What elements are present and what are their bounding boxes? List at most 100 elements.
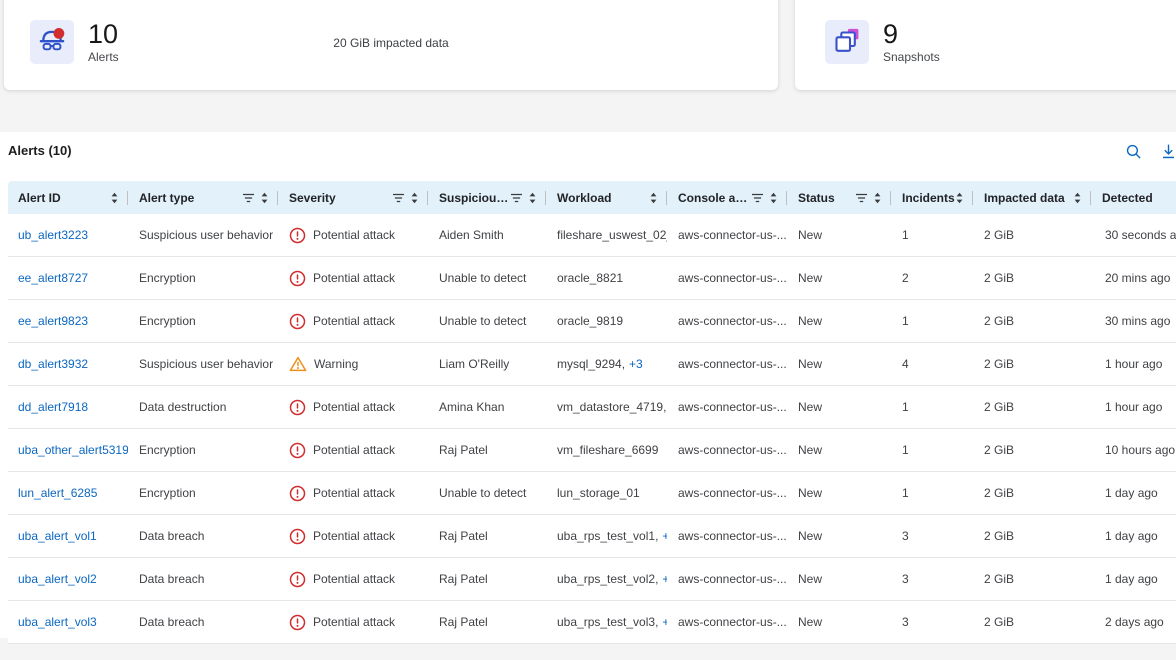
column-header-workload[interactable]: Workload	[546, 181, 667, 214]
alert-type-cell: Encryption	[128, 257, 278, 299]
search-icon[interactable]	[1123, 141, 1143, 161]
alert-id-link[interactable]: lun_alert_6285	[18, 486, 97, 500]
status-cell: New	[787, 214, 891, 256]
column-label: Status	[798, 191, 835, 205]
severity-label: Potential attack	[313, 615, 395, 629]
status-cell: New	[787, 601, 891, 643]
severity-label: Potential attack	[313, 271, 395, 285]
potential-attack-icon	[289, 270, 306, 287]
filter-icon[interactable]	[751, 193, 764, 203]
sort-icon[interactable]	[873, 192, 882, 204]
alert-id-cell: ee_alert8727	[8, 257, 128, 299]
workload-name: oracle_9819	[557, 314, 623, 328]
alert-id-cell: uba_alert_vol2	[8, 558, 128, 600]
alerts-table-header: Alert IDAlert typeSeverity Suspicious u..…	[8, 181, 1176, 214]
workload-name: oracle_8821	[557, 271, 623, 285]
console-agent-cell: aws-connector-us-...	[667, 300, 787, 342]
alert-id-link[interactable]: dd_alert7918	[18, 400, 88, 414]
incidents-cell: 1	[891, 386, 973, 428]
alert-id-link[interactable]: ub_alert3223	[18, 228, 88, 242]
incidents-cell: 3	[891, 601, 973, 643]
filter-icon[interactable]	[510, 193, 523, 203]
alert-type-cell: Suspicious user behavior	[128, 343, 278, 385]
alert-id-link[interactable]: uba_alert_vol3	[18, 615, 97, 629]
severity-cell: Potential attack	[278, 257, 428, 299]
filter-icon[interactable]	[855, 193, 868, 203]
download-icon[interactable]	[1158, 141, 1176, 161]
alert-id-cell: uba_alert_vol3	[8, 601, 128, 643]
suspicious-user-cell: Raj Patel	[428, 515, 546, 557]
suspicious-user-cell: Liam O'Reilly	[428, 343, 546, 385]
impacted-data-cell: 2 GiB	[973, 343, 1091, 385]
severity-cell: Warning	[278, 343, 428, 385]
severity-label: Potential attack	[313, 529, 395, 543]
column-header-console-agent[interactable]: Console agent	[667, 181, 787, 214]
alert-id-link[interactable]: ee_alert9823	[18, 314, 88, 328]
column-header-severity[interactable]: Severity	[278, 181, 428, 214]
column-header-alert-id[interactable]: Alert ID	[8, 181, 128, 214]
alert-type-cell: Data destruction	[128, 386, 278, 428]
sort-icon[interactable]	[410, 192, 419, 204]
filter-icon[interactable]	[392, 193, 405, 203]
column-header-alert-type[interactable]: Alert type	[128, 181, 278, 214]
impacted-data-cell: 2 GiB	[973, 472, 1091, 514]
sort-icon[interactable]	[1073, 192, 1082, 204]
column-label: Impacted data	[984, 191, 1065, 205]
status-cell: New	[787, 386, 891, 428]
alerts-icon-box	[30, 20, 74, 64]
suspicious-user-cell: Raj Patel	[428, 558, 546, 600]
incidents-cell: 3	[891, 558, 973, 600]
sort-icon[interactable]	[769, 192, 778, 204]
sort-icon[interactable]	[260, 192, 269, 204]
workload-more-link[interactable]: +3	[629, 357, 643, 371]
alert-id-cell: uba_alert_vol1	[8, 515, 128, 557]
suspicious-user-cell: Aiden Smith	[428, 214, 546, 256]
column-header-status[interactable]: Status	[787, 181, 891, 214]
alert-id-link[interactable]: uba_other_alert5319	[18, 443, 128, 457]
workload-cell: vm_fileshare_6699	[546, 429, 667, 471]
alert-id-link[interactable]: uba_alert_vol2	[18, 572, 97, 586]
alerts-table-title: Alerts (10)	[8, 143, 72, 158]
alert-id-link[interactable]: ee_alert8727	[18, 271, 88, 285]
status-cell: New	[787, 472, 891, 514]
sort-icon[interactable]	[110, 192, 119, 204]
column-label: Suspicious u...	[439, 191, 510, 205]
workload-name: vm_datastore_4719,	[557, 400, 666, 414]
incidents-cell: 1	[891, 214, 973, 256]
snapshots-count: 9	[883, 20, 940, 48]
workload-cell: mysql_9294, +3	[546, 343, 667, 385]
alerts-table: Alert IDAlert typeSeverity Suspicious u..…	[8, 181, 1176, 644]
status-cell: New	[787, 558, 891, 600]
column-header-suspicious-u[interactable]: Suspicious u...	[428, 181, 546, 214]
column-label: Detected	[1102, 191, 1153, 205]
potential-attack-icon	[289, 614, 306, 631]
alert-type-cell: Data breach	[128, 558, 278, 600]
sort-icon[interactable]	[649, 192, 658, 204]
workload-cell: uba_rps_test_vol1,+2	[546, 515, 667, 557]
suspicious-user-cell: Unable to detect	[428, 300, 546, 342]
potential-attack-icon	[289, 571, 306, 588]
alert-id-link[interactable]: db_alert3932	[18, 357, 88, 371]
table-row: dd_alert7918Data destructionPotential at…	[8, 386, 1176, 429]
console-agent-cell: aws-connector-us-...	[667, 257, 787, 299]
sort-icon[interactable]	[955, 192, 964, 204]
severity-cell: Potential attack	[278, 558, 428, 600]
snapshots-icon	[829, 22, 865, 63]
snapshots-icon-box	[825, 20, 869, 64]
status-cell: New	[787, 257, 891, 299]
detected-cell: 2 days ago	[1091, 601, 1176, 643]
severity-label: Potential attack	[313, 314, 395, 328]
alert-id-link[interactable]: uba_alert_vol1	[18, 529, 97, 543]
alert-id-cell: ee_alert9823	[8, 300, 128, 342]
column-header-incidents[interactable]: Incidents	[891, 181, 973, 214]
alert-id-cell: ub_alert3223	[8, 214, 128, 256]
workload-cell: lun_storage_01	[546, 472, 667, 514]
filter-icon[interactable]	[242, 193, 255, 203]
column-header-impacted-data[interactable]: Impacted data	[973, 181, 1091, 214]
severity-label: Potential attack	[313, 443, 395, 457]
column-header-detected[interactable]: Detected	[1091, 181, 1176, 214]
warning-icon	[289, 356, 307, 372]
workload-name: mysql_9294,	[557, 357, 625, 371]
potential-attack-icon	[289, 442, 306, 459]
sort-icon[interactable]	[528, 192, 537, 204]
